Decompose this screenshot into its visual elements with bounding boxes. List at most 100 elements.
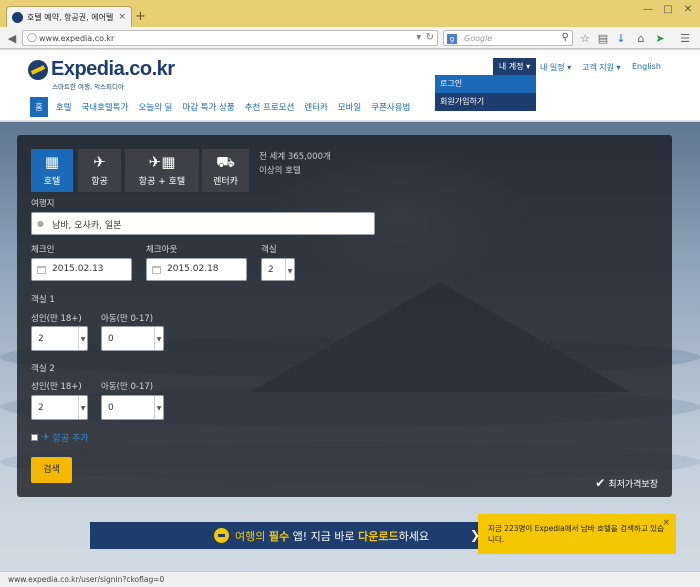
- login-link[interactable]: 로그인: [435, 75, 536, 93]
- add-flight-checkbox[interactable]: [31, 434, 38, 441]
- tab-car-label: 렌터카: [213, 177, 238, 187]
- minimize-icon[interactable]: —: [638, 0, 658, 18]
- room1-adults-label: 성인(만 18+): [31, 314, 82, 324]
- main-nav: 홈 호텔 국내호텔특가 오늘의 딜 마감 특가 상품 추천 프로모션 렌터카 모…: [30, 97, 420, 117]
- destination-input[interactable]: ● 남바, 오사카, 일본: [31, 212, 375, 235]
- back-icon[interactable]: ◀: [5, 31, 19, 45]
- nav-home[interactable]: 홈: [30, 97, 48, 117]
- webpage: Expedia.co.kr 스마트한 여행, 익스피디아 내 계정 ▾ 내 일정…: [0, 50, 700, 571]
- search-placeholder: Google: [464, 34, 493, 43]
- room2-adults-label: 성인(만 18+): [31, 382, 82, 392]
- expedia-app-icon: [214, 528, 229, 543]
- new-tab-button[interactable]: +: [135, 9, 146, 24]
- chevron-down-icon: ▼: [285, 259, 294, 280]
- nav-last-minute[interactable]: 마감 특가 상품: [182, 101, 234, 113]
- logo-text: Expedia.co.kr: [51, 58, 175, 80]
- guarantee-label: 최저가격보장: [608, 479, 658, 490]
- tagline-line-1: 전 세계 365,000개: [259, 152, 331, 162]
- account-dropdown: 로그인 회원가입하기: [435, 75, 536, 111]
- notice-text: 지금 223명이 Expedia에서 남바 호텔을 검색하고 있습니다.: [488, 524, 664, 544]
- status-url: www.expedia.co.kr/user/signin?ckoflag=0: [8, 575, 165, 584]
- search-icon[interactable]: ⚲: [562, 32, 569, 43]
- room2-adults-value: 2: [38, 403, 44, 413]
- tab-flight-hotel-label: 항공 + 호텔: [138, 177, 186, 187]
- chevron-down-icon: ▼: [154, 396, 163, 419]
- clipboard-icon[interactable]: ▤: [596, 31, 610, 45]
- browser-navbar: ◀ ◯ www.expedia.co.kr ▼ ↻ g Google ⚲ ☆ ▤…: [0, 27, 700, 49]
- room2-label: 객실 2: [31, 364, 55, 374]
- home-icon[interactable]: ⌂: [634, 31, 648, 45]
- add-flight-option[interactable]: ✈ 항공 추가: [31, 431, 89, 444]
- my-account-button[interactable]: 내 계정 ▾: [493, 58, 536, 75]
- rooms-label: 객실: [261, 245, 277, 255]
- location-pin-icon: ●: [37, 219, 44, 228]
- search-button[interactable]: 검색: [31, 457, 72, 483]
- banner-text-4: 다운로드: [358, 529, 399, 543]
- browser-tab[interactable]: 호텔 예약, 항공권, 에어텔 ... ×: [6, 6, 132, 27]
- room1-adults-select[interactable]: 2 ▼: [31, 326, 88, 351]
- expedia-logo[interactable]: Expedia.co.kr: [28, 58, 175, 81]
- plane-icon: ✈: [93, 153, 106, 171]
- tab-flight[interactable]: ✈ 항공: [78, 149, 121, 192]
- nav-domestic-hotel-deals[interactable]: 국내호텔특가: [81, 101, 128, 113]
- reload-icon[interactable]: ↻: [426, 32, 434, 43]
- search-activity-notice: 지금 223명이 Expedia에서 남바 호텔을 검색하고 있습니다. ×: [478, 514, 676, 554]
- tab-hotel[interactable]: ▦ 호텔: [31, 149, 73, 192]
- english-link[interactable]: English: [632, 62, 661, 71]
- tab-close-icon[interactable]: ×: [118, 12, 126, 22]
- nav-hotels[interactable]: 호텔: [56, 101, 72, 113]
- menu-icon[interactable]: ☰: [678, 31, 692, 45]
- customer-support-link[interactable]: 고객 지원 ▾: [582, 62, 621, 73]
- close-window-icon[interactable]: ✕: [678, 0, 698, 18]
- tab-title: 호텔 예약, 항공권, 에어텔 ...: [27, 12, 115, 22]
- room1-children-label: 아동(만 0-17): [101, 314, 154, 324]
- best-price-guarantee[interactable]: ✔ 최저가격보장: [595, 476, 658, 490]
- tab-car[interactable]: ⛟ 렌터카: [202, 149, 249, 192]
- checkin-input[interactable]: 2015.02.13: [31, 258, 132, 281]
- globe-icon: ◯: [27, 33, 38, 43]
- google-icon[interactable]: g: [447, 34, 457, 44]
- extension-icon[interactable]: ➤: [653, 31, 667, 45]
- address-bar[interactable]: ◯ www.expedia.co.kr ▼ ↻: [22, 30, 438, 46]
- banner-text-1: 여행의: [235, 529, 266, 543]
- logo-tagline: 스마트한 여행, 익스피디아: [52, 83, 124, 91]
- checkmark-icon: ✔: [595, 476, 606, 490]
- nav-today-deal[interactable]: 오늘의 딜: [138, 101, 172, 113]
- room1-children-select[interactable]: 0 ▼: [101, 326, 164, 351]
- my-itinerary-link[interactable]: 내 일정 ▾: [540, 62, 571, 73]
- checkout-value: 2015.02.18: [167, 264, 219, 274]
- room2-children-select[interactable]: 0 ▼: [101, 395, 164, 420]
- browser-search-box[interactable]: g Google ⚲: [443, 30, 573, 46]
- nav-coupon-guide[interactable]: 쿠폰사용법: [371, 101, 410, 113]
- room2-adults-select[interactable]: 2 ▼: [31, 395, 88, 420]
- signup-link[interactable]: 회원가입하기: [435, 93, 536, 111]
- room2-children-label: 아동(만 0-17): [101, 382, 154, 392]
- calendar-icon: [37, 266, 46, 274]
- close-icon[interactable]: ×: [662, 518, 670, 529]
- checkout-input[interactable]: 2015.02.18: [146, 258, 247, 281]
- tab-flight-label: 항공: [91, 177, 108, 187]
- expedia-logo-icon: [28, 59, 48, 80]
- tab-hotel-label: 호텔: [43, 177, 61, 187]
- maximize-icon[interactable]: □: [658, 0, 678, 18]
- rooms-select[interactable]: 2 ▼: [261, 258, 295, 281]
- room1-adults-value: 2: [38, 334, 44, 344]
- banner-text-3: 앱! 지금 바로: [292, 529, 355, 543]
- flight-hotel-icon: ✈▦: [148, 153, 176, 171]
- nav-mobile[interactable]: 모바일: [338, 101, 361, 113]
- checkin-label: 체크인: [31, 245, 55, 255]
- nav-car-rental[interactable]: 렌터카: [304, 101, 327, 113]
- url-dropdown-icon[interactable]: ▼: [416, 34, 421, 41]
- app-download-banner[interactable]: 여행의 필수 앱! 지금 바로 다운로드 하세요 ❯: [90, 522, 490, 549]
- nav-promotions[interactable]: 추천 프로모션: [245, 101, 295, 113]
- rooms-value: 2: [268, 265, 274, 275]
- bookmark-star-icon[interactable]: ☆: [578, 31, 592, 45]
- expedia-favicon-icon: [12, 11, 23, 23]
- tab-flight-hotel[interactable]: ✈▦ 항공 + 호텔: [125, 149, 199, 192]
- destination-label: 여행지: [31, 199, 55, 209]
- chevron-down-icon: ▼: [78, 396, 87, 419]
- chevron-down-icon: ▼: [78, 327, 87, 350]
- car-icon: ⛟: [216, 153, 235, 171]
- download-icon[interactable]: ↓: [614, 31, 628, 45]
- room1-children-value: 0: [108, 334, 114, 344]
